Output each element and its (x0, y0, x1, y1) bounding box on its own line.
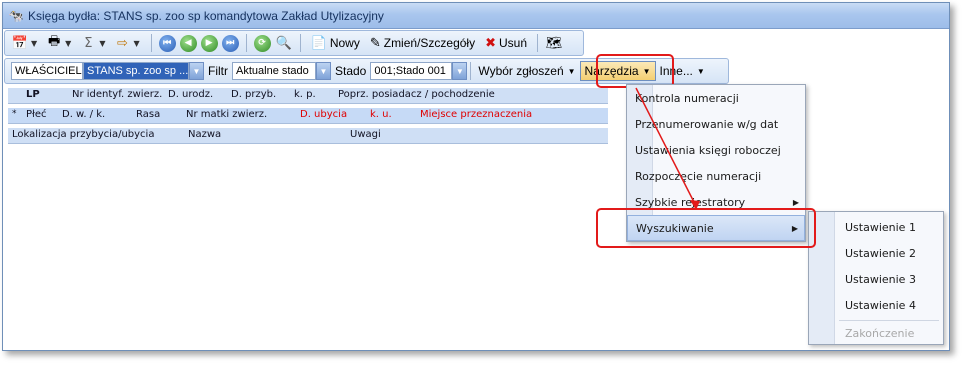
separator (245, 34, 247, 52)
search-icon[interactable]: 🔍 (275, 34, 293, 52)
col-d-ubycia[interactable]: D. ubycia (300, 109, 347, 120)
export-icon[interactable]: ⇨ (113, 34, 131, 52)
menu-item-label: Kontrola numeracji (635, 91, 739, 105)
wyszukiwanie-highlight (596, 208, 816, 248)
menu-item-label: Ustawienie 2 (845, 246, 916, 260)
header-row: Lokalizacja przybycia/ubycia Nazwa Uwagi (8, 128, 608, 144)
data-grid-header: LP Nr identyf. zwierz. D. urodz. D. przy… (8, 88, 608, 148)
menu-item-label: Ustawienie 3 (845, 272, 916, 286)
owner-dropdown-button[interactable]: ▼ (189, 62, 204, 80)
menu-item-ustawienie-2[interactable]: Ustawienie 2 (809, 240, 943, 266)
menu-item-label: Szybkie rejestratory (635, 195, 746, 209)
separator (470, 62, 472, 80)
refresh-icon[interactable]: ⟳ (253, 34, 271, 52)
col-plec[interactable]: Płeć (26, 109, 47, 120)
print-icon[interactable]: 🖶 (45, 34, 63, 52)
menu-item-label: Rozpoczęcie numeracji (635, 169, 762, 183)
calendar-icon[interactable]: 📅 (11, 34, 29, 52)
delete-button-label: Usuń (499, 36, 528, 50)
header-row: LP Nr identyf. zwierz. D. urodz. D. przy… (8, 88, 608, 104)
col-uwagi[interactable]: Uwagi (350, 129, 381, 140)
separator (299, 34, 301, 52)
submenu-arrow-icon: ▶ (792, 197, 799, 207)
title-bar: 🐄 Księga bydła: STANS sp. zoo sp komandy… (3, 3, 949, 29)
col-k-p[interactable]: k. p. (294, 89, 316, 100)
stado-select[interactable]: 001;Stado 001 (370, 62, 453, 80)
filter-dropdown-button[interactable]: ▼ (316, 62, 331, 80)
col-d-przyb[interactable]: D. przyb. (231, 89, 276, 100)
menu-item-zakonczenie: Zakończenie (809, 320, 943, 346)
col-k-u[interactable]: k. u. (370, 109, 392, 120)
cow-app-icon: 🐄 (8, 8, 24, 23)
window-title: Księga bydła: STANS sp. zoo sp komandyto… (28, 8, 384, 23)
sum-icon[interactable]: Σ (79, 34, 97, 52)
menu-item-label: Ustawienie 1 (845, 220, 916, 234)
first-record-icon[interactable]: ⏮ (158, 34, 176, 52)
menu-item-przenumerowanie[interactable]: Przenumerowanie w/g dat (627, 111, 805, 137)
chevron-down-icon: ▼ (696, 66, 705, 76)
wyszukiwanie-submenu: Ustawienie 1 Ustawienie 2 Ustawienie 3 U… (808, 211, 944, 345)
menu-item-label: Zakończenie (845, 326, 915, 340)
chevron-down-icon[interactable]: ▼ (133, 39, 139, 48)
menu-item-ustawienia-ksiegi[interactable]: Ustawienia księgi roboczej (627, 137, 805, 163)
menu-item-ustawienie-1[interactable]: Ustawienie 1 (809, 214, 943, 240)
menu-item-label: Ustawienie 4 (845, 298, 916, 312)
col-lokalizacja[interactable]: Lokalizacja przybycia/ubycia (12, 129, 154, 140)
menu-item-ustawienie-4[interactable]: Ustawienie 4 (809, 292, 943, 318)
chevron-down-icon: ▼ (567, 66, 576, 76)
col-d-urodz[interactable]: D. urodz. (168, 89, 213, 100)
map-icon[interactable]: 🗺 (545, 34, 563, 52)
owner-label-field: WŁAŚCICIEL (11, 62, 83, 80)
edit-icon: ✎ (369, 35, 381, 50)
menu-item-kontrola-numeracji[interactable]: Kontrola numeracji (627, 85, 805, 111)
separator (150, 34, 152, 52)
stado-dropdown-button[interactable]: ▼ (452, 62, 468, 80)
chevron-down-icon[interactable]: ▼ (65, 39, 71, 48)
col-nr-identyf[interactable]: Nr identyf. zwierz. (72, 89, 162, 100)
previous-record-icon[interactable]: ◀ (179, 34, 197, 52)
header-row: * Płeć D. w. / k. Rasa Nr matki zwierz. … (8, 108, 608, 124)
filter-label: Filtr (208, 64, 228, 78)
col-nazwa[interactable]: Nazwa (188, 129, 221, 140)
new-button-label: Nowy (329, 36, 360, 50)
filter-select[interactable]: Aktualne stado (232, 62, 316, 80)
owner-select[interactable]: STANS sp. zoo sp ... (83, 62, 189, 80)
col-miejsce-przeznaczenia[interactable]: Miejsce przeznaczenia (420, 109, 532, 120)
separator (537, 34, 539, 52)
new-document-icon: 📄 (310, 35, 327, 50)
delete-button[interactable]: ✖ Usuń (482, 35, 530, 51)
menu-item-rozpoczecie-numeracji[interactable]: Rozpoczęcie numeracji (627, 163, 805, 189)
next-record-icon[interactable]: ▶ (200, 34, 218, 52)
wybor-label: Wybór zgłoszeń (478, 64, 564, 78)
asterisk-icon: * (12, 109, 17, 119)
menu-item-ustawienie-3[interactable]: Ustawienie 3 (809, 266, 943, 292)
col-d-w-k[interactable]: D. w. / k. (62, 109, 105, 120)
main-toolbar: 📅 ▼ 🖶 ▼ Σ ▼ ⇨ ▼ ⏮ ◀ ▶ ⏭ ⟳ 🔍 📄 Nowy ✎ Zmień/Szc… (4, 30, 584, 56)
narzedzia-highlight (596, 54, 674, 88)
stado-label: Stado (335, 64, 367, 78)
delete-icon: ✖ (485, 35, 497, 50)
new-button[interactable]: 📄 Nowy (308, 35, 363, 51)
edit-button-label: Zmień/Szczegóły (383, 36, 476, 50)
menu-item-label: Przenumerowanie w/g dat (635, 117, 779, 131)
chevron-down-icon[interactable]: ▼ (31, 39, 37, 48)
col-nr-matki[interactable]: Nr matki zwierz. (186, 109, 267, 120)
col-lp[interactable]: LP (26, 89, 40, 100)
menu-item-label: Ustawienia księgi roboczej (635, 143, 781, 157)
wybor-zgloszen-menu[interactable]: Wybór zgłoszeń ▼ (474, 61, 579, 81)
last-record-icon[interactable]: ⏭ (221, 34, 239, 52)
edit-button[interactable]: ✎ Zmień/Szczegóły (367, 35, 478, 51)
chevron-down-icon[interactable]: ▼ (99, 39, 105, 48)
col-poprz-posiadacz[interactable]: Poprz. posiadacz / pochodzenie (338, 89, 495, 100)
col-rasa[interactable]: Rasa (136, 109, 160, 120)
